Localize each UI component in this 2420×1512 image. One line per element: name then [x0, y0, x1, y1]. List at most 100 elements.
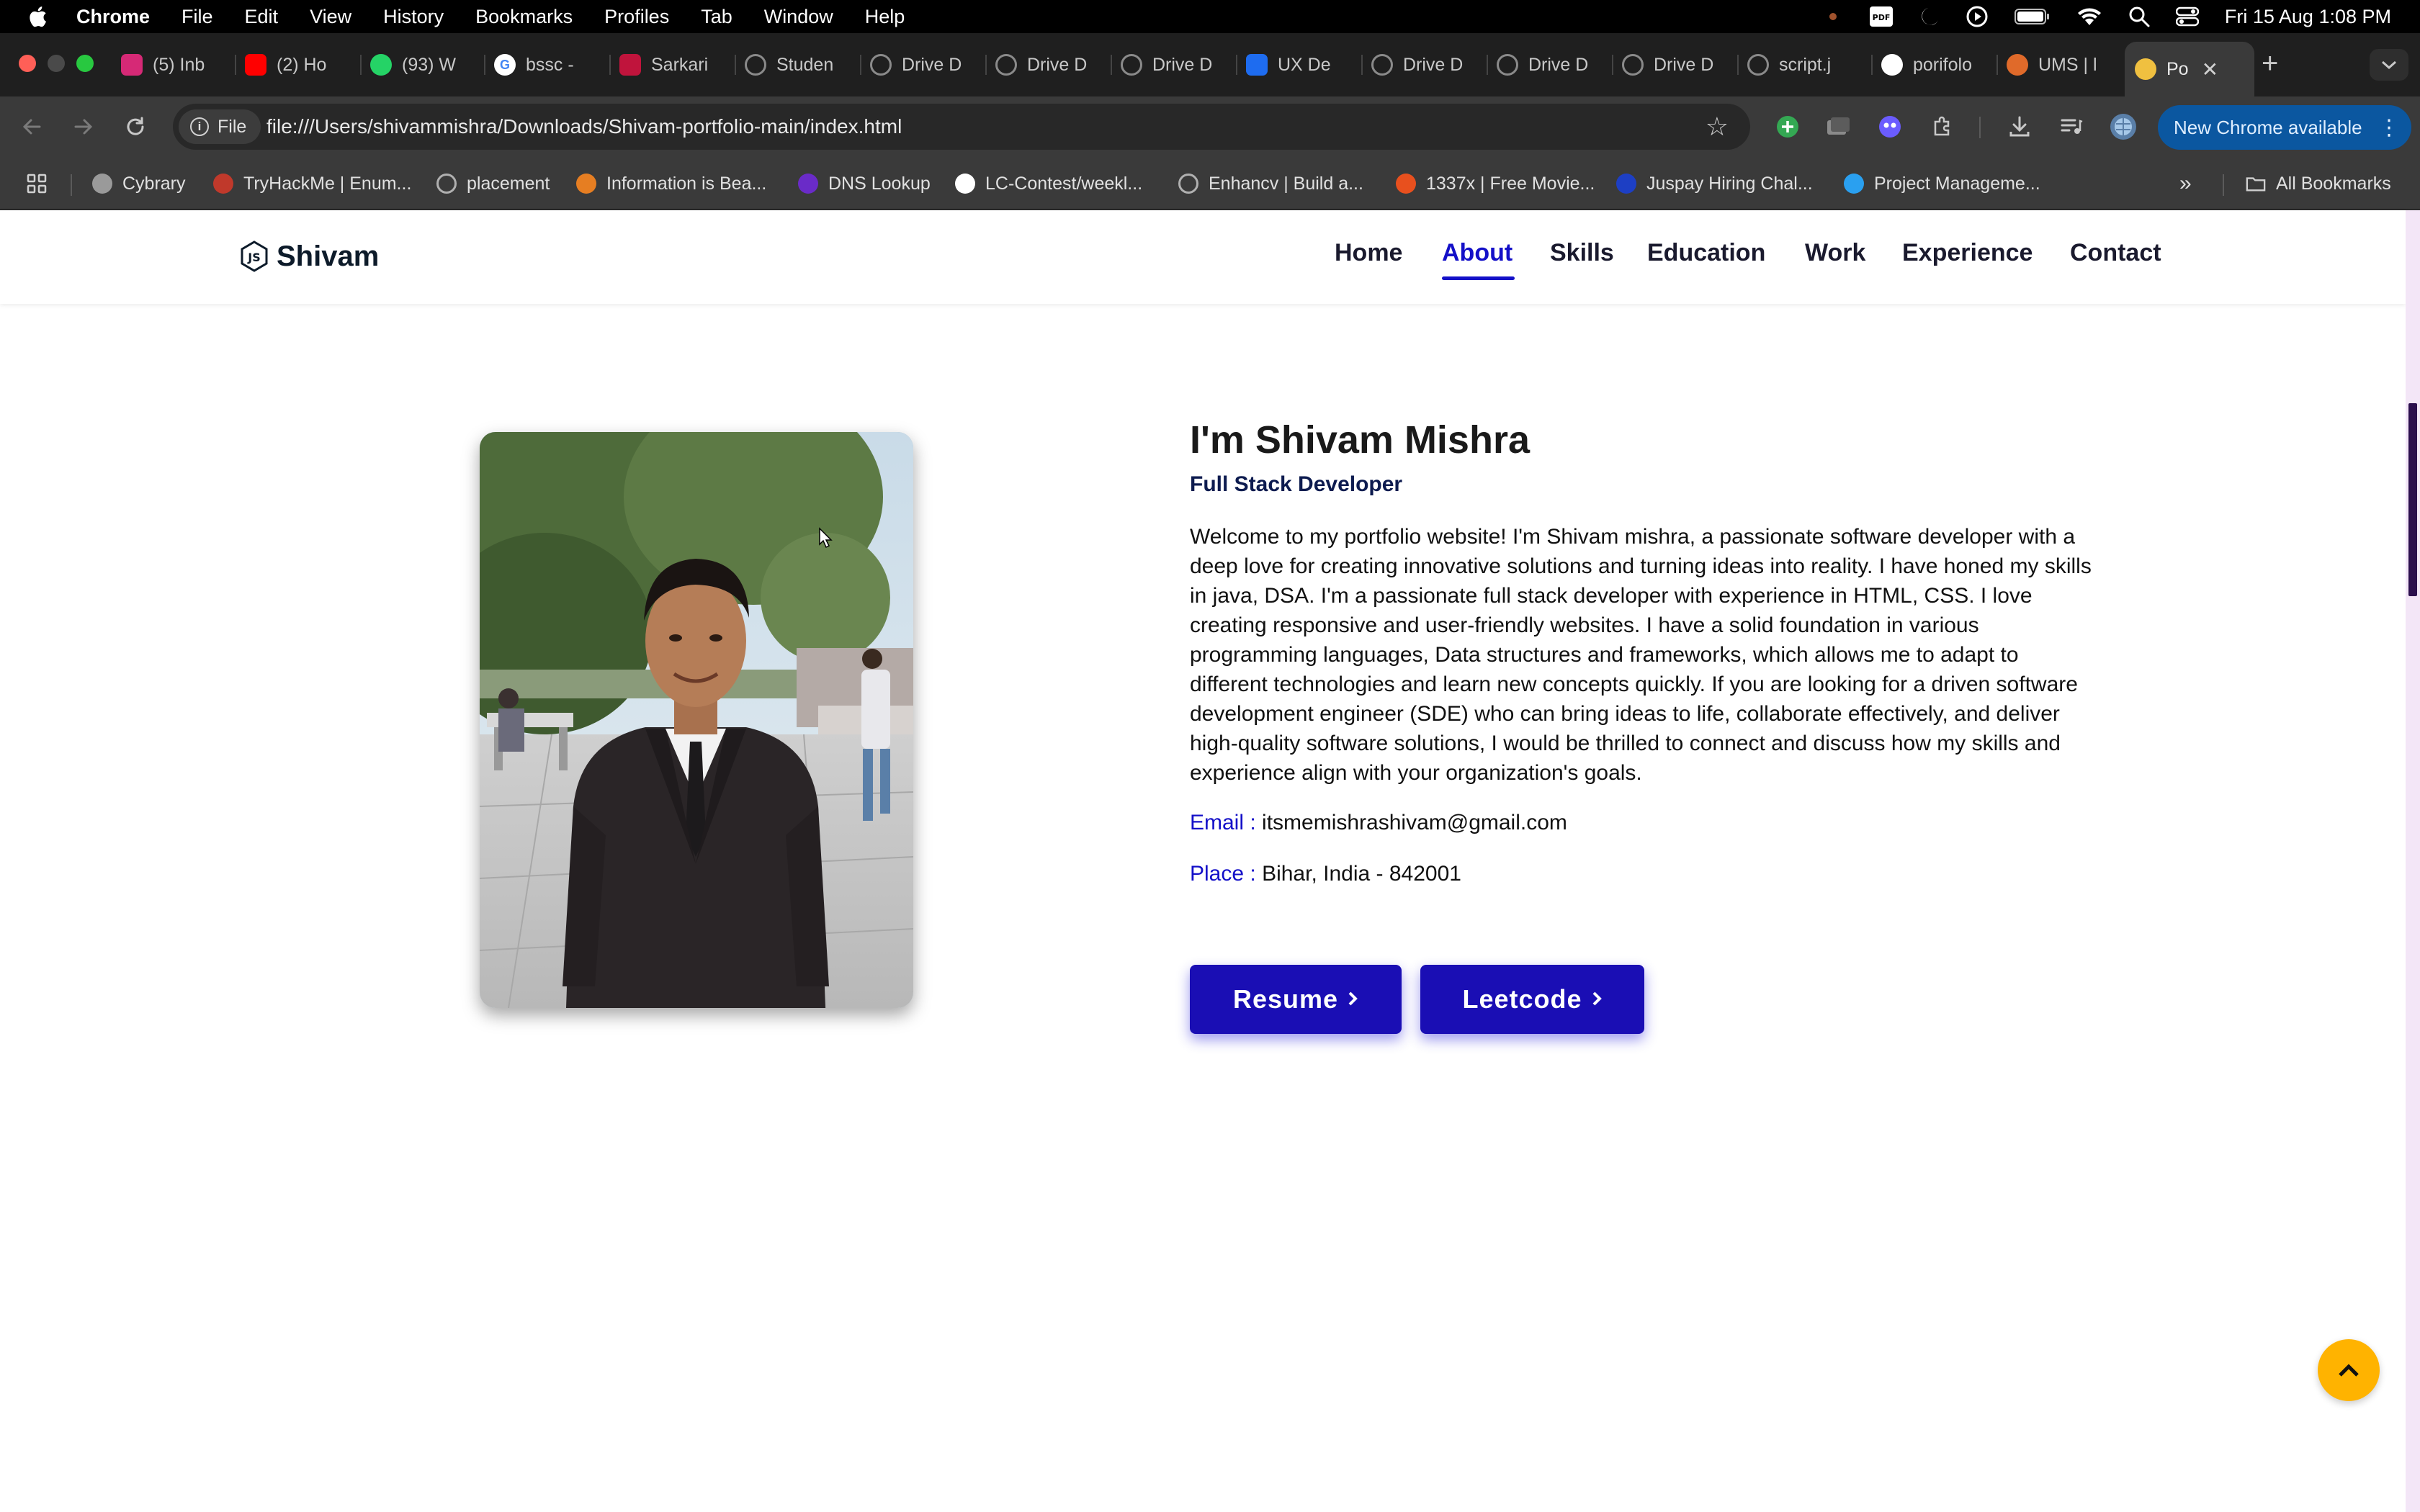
reload-button[interactable]: [118, 109, 153, 144]
menu-file[interactable]: File: [182, 6, 213, 28]
bookmark-item[interactable]: placement: [436, 157, 550, 210]
browser-tab-strip: (5) Inb (2) Ho (93) W Gbssc - Sarkari Studen D…: [0, 33, 2420, 96]
github-icon: [955, 174, 975, 194]
extension-face-icon[interactable]: [1874, 111, 1906, 143]
extension-add-icon[interactable]: [1772, 111, 1803, 143]
extension-window-icon[interactable]: [1822, 111, 1854, 143]
bookmark-label: Project Manageme...: [1874, 173, 2040, 194]
browser-tab[interactable]: (5) Inb: [121, 42, 223, 88]
nav-contact[interactable]: Contact: [2070, 239, 2161, 267]
browser-tab[interactable]: UX De: [1246, 42, 1348, 88]
tab-search-button[interactable]: [2370, 49, 2408, 81]
tab-close-icon[interactable]: ✕: [2202, 58, 2218, 81]
globe-icon: [995, 54, 1017, 76]
address-bar[interactable]: i File file:///Users/shivammishra/Downlo…: [173, 104, 1750, 150]
play-circle-icon[interactable]: [1966, 5, 1989, 28]
trello-icon: [1246, 54, 1268, 76]
resume-button[interactable]: Resume: [1190, 965, 1402, 1034]
menu-profiles[interactable]: Profiles: [604, 6, 669, 28]
browser-tab[interactable]: porifolo: [1881, 42, 1989, 88]
browser-tab[interactable]: Drive D: [870, 42, 972, 88]
bookmark-item[interactable]: Juspay Hiring Chal...: [1616, 157, 1813, 210]
bookmark-item[interactable]: Enhancv | Build a...: [1178, 157, 1363, 210]
browser-tab[interactable]: Sarkari: [619, 42, 722, 88]
browser-tab[interactable]: Drive D: [995, 42, 1098, 88]
browser-tab[interactable]: (93) W: [370, 42, 472, 88]
search-icon[interactable]: [2128, 6, 2150, 27]
nav-education[interactable]: Education: [1647, 239, 1765, 267]
menu-window[interactable]: Window: [764, 6, 833, 28]
browser-tab[interactable]: Drive D: [1497, 42, 1599, 88]
menu-history[interactable]: History: [383, 6, 444, 28]
info-icon: i: [190, 117, 209, 136]
scrollbar-thumb[interactable]: [2408, 403, 2417, 596]
new-tab-button[interactable]: +: [2262, 49, 2278, 78]
media-queue-icon[interactable]: [2056, 111, 2087, 143]
bookmark-item[interactable]: LC-Contest/weekl...: [955, 157, 1142, 210]
page-scrollbar[interactable]: [2406, 210, 2420, 1512]
nav-home[interactable]: Home: [1335, 239, 1402, 267]
browser-tab[interactable]: script.j: [1747, 42, 1855, 88]
profile-avatar-icon[interactable]: [2107, 111, 2139, 143]
wifi-icon[interactable]: [2076, 6, 2102, 27]
toolbar-divider: [1979, 117, 1981, 138]
menu-help[interactable]: Help: [865, 6, 905, 28]
bookmark-label: DNS Lookup: [828, 173, 931, 194]
menu-view[interactable]: View: [310, 6, 351, 28]
all-bookmarks-folder[interactable]: All Bookmarks: [2246, 157, 2391, 210]
window-zoom-button[interactable]: [76, 55, 94, 72]
downloads-icon[interactable]: [2004, 111, 2035, 143]
bookmark-item[interactable]: Cybrary: [92, 157, 186, 210]
tab-title: Drive D: [1152, 54, 1213, 75]
apps-grid-icon[interactable]: [26, 157, 48, 210]
back-button[interactable]: [14, 109, 49, 144]
menu-bookmarks[interactable]: Bookmarks: [475, 6, 573, 28]
forward-button[interactable]: [66, 109, 101, 144]
browser-tab[interactable]: (2) Ho: [245, 42, 347, 88]
bookmark-item[interactable]: TryHackMe | Enum...: [213, 157, 411, 210]
bookmark-item[interactable]: 1337x | Free Movie...: [1396, 157, 1595, 210]
cybrary-icon: [92, 174, 112, 194]
apple-logo-icon[interactable]: [27, 5, 48, 28]
leetcode-button[interactable]: Leetcode: [1420, 965, 1644, 1034]
browser-tab[interactable]: Studen: [745, 42, 847, 88]
moon-icon[interactable]: [1919, 6, 1940, 27]
browser-tab[interactable]: Drive D: [1121, 42, 1223, 88]
bookmark-label: Information is Bea...: [606, 173, 767, 194]
email-value[interactable]: itsmemishrashivam@gmail.com: [1262, 811, 1567, 834]
browser-tab[interactable]: Po ✕: [2125, 42, 2254, 96]
site-logo[interactable]: JS Shivam: [239, 236, 379, 276]
globe-icon: [1178, 174, 1198, 194]
site-info-chip[interactable]: i File: [179, 109, 261, 144]
bookmark-item[interactable]: Project Manageme...: [1844, 157, 2040, 210]
bookmarks-overflow-icon[interactable]: »: [2179, 157, 2192, 210]
nav-experience[interactable]: Experience: [1902, 239, 2033, 267]
control-center-icon[interactable]: [2175, 6, 2199, 27]
tab-title: (93) W: [402, 54, 456, 75]
nav-skills[interactable]: Skills: [1550, 239, 1614, 267]
nav-about[interactable]: About: [1442, 239, 1512, 267]
window-close-button[interactable]: [19, 55, 36, 72]
new-chrome-available-button[interactable]: New Chrome available ⋮: [2158, 105, 2411, 150]
kebab-menu-icon[interactable]: ⋮: [2378, 105, 2400, 150]
nav-work[interactable]: Work: [1805, 239, 1865, 267]
tab-separator: [1111, 55, 1112, 75]
bookmark-item[interactable]: Information is Bea...: [576, 157, 766, 210]
menubar-clock[interactable]: Fri 15 Aug 1:08 PM: [2225, 6, 2391, 28]
info-beautiful-icon: [576, 174, 596, 194]
bookmark-star-icon[interactable]: ☆: [1706, 111, 1729, 143]
pdf-icon[interactable]: PDF: [1869, 6, 1894, 27]
url-text[interactable]: file:///Users/shivammishra/Downloads/Shi…: [266, 104, 902, 150]
extensions-puzzle-icon[interactable]: [1927, 111, 1959, 143]
bookmark-item[interactable]: DNS Lookup: [798, 157, 931, 210]
window-minimize-button[interactable]: [48, 55, 65, 72]
browser-tab[interactable]: Gbssc -: [494, 42, 596, 88]
menu-tab[interactable]: Tab: [701, 6, 732, 28]
menu-edit[interactable]: Edit: [245, 6, 279, 28]
browser-tab[interactable]: Drive D: [1622, 42, 1724, 88]
browser-tab[interactable]: UMS | l: [2007, 42, 2109, 88]
menu-app-chrome[interactable]: Chrome: [76, 6, 150, 28]
scroll-to-top-button[interactable]: [2318, 1339, 2380, 1401]
browser-tab[interactable]: Drive D: [1371, 42, 1474, 88]
battery-icon[interactable]: [2014, 8, 2051, 25]
